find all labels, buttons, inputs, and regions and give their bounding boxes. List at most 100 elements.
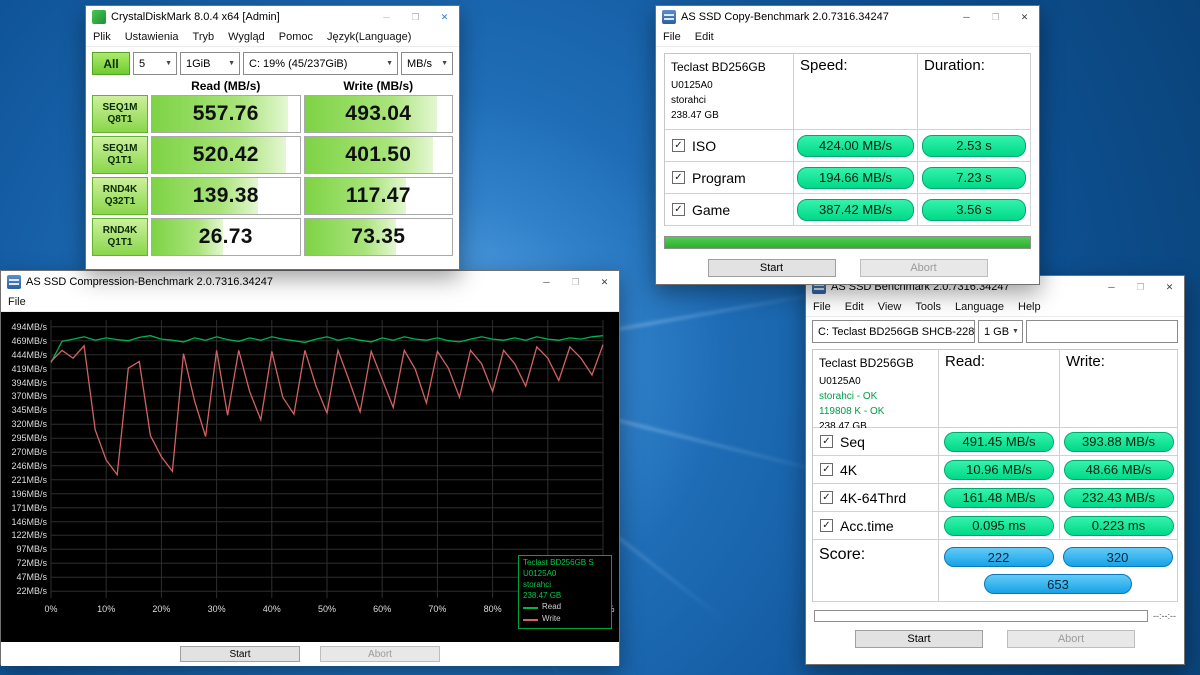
game-duration-cell: 3.56 s	[918, 194, 1031, 226]
cdm-run-count-combo[interactable]: 5▼	[133, 52, 177, 75]
drive-select-combo[interactable]: C: Teclast BD256GB SHCB-2280▼	[812, 320, 975, 343]
benchmark-start-button[interactable]: Start	[855, 630, 983, 648]
cdm-read-value: 139.38	[193, 184, 259, 208]
maximize-icon[interactable]: ❐	[1126, 276, 1155, 298]
benchmark-abort-button[interactable]: Abort	[1007, 630, 1135, 648]
y-axis-tick-label: 47MB/s	[1, 572, 47, 582]
menu-tools[interactable]: Tools	[908, 301, 948, 313]
drive-firmware: U0125A0	[819, 374, 932, 389]
y-axis-tick-label: 221MB/s	[1, 475, 47, 485]
menu-jezyk[interactable]: Język(Language)	[320, 31, 418, 43]
compression-window-title: AS SSD Compression-Benchmark 2.0.7316.34…	[26, 276, 527, 288]
copy-titlebar[interactable]: AS SSD Copy-Benchmark 2.0.7316.34247 ─ ❐…	[656, 6, 1039, 28]
copy-menubar: File Edit	[656, 28, 1039, 47]
cdm-row-seq1m-q1t1: SEQ1MQ1T1 520.42 401.50	[92, 136, 453, 174]
acctime-write-cell: 0.223 ms	[1060, 512, 1178, 540]
menu-file[interactable]: File	[656, 31, 688, 43]
y-axis-tick-label: 146MB/s	[1, 517, 47, 527]
cdm-test-button-seq1m-q8t1[interactable]: SEQ1MQ8T1	[92, 95, 148, 133]
time-remaining: --:--:--	[1153, 611, 1176, 621]
minimize-icon[interactable]: ─	[532, 271, 561, 293]
write-column-header: Write:	[1060, 350, 1178, 428]
seq-checkbox[interactable]: ✓	[820, 435, 833, 448]
cdm-test-button-seq1m-q1t1[interactable]: SEQ1MQ1T1	[92, 136, 148, 174]
cdm-read-cell: 520.42	[151, 136, 301, 174]
copy-start-button[interactable]: Start	[708, 259, 836, 277]
cdm-unit-combo[interactable]: MB/s▼	[401, 52, 453, 75]
menu-file[interactable]: File	[806, 301, 838, 313]
menu-help[interactable]: Help	[1011, 301, 1048, 313]
menu-edit[interactable]: Edit	[838, 301, 871, 313]
copy-progress-bar	[664, 236, 1031, 249]
program-checkbox[interactable]: ✓	[672, 171, 685, 184]
menu-plik[interactable]: Plik	[86, 31, 118, 43]
cdm-write-cell: 117.47	[304, 177, 454, 215]
close-icon[interactable]: ✕	[1155, 276, 1184, 298]
maximize-icon[interactable]: ❐	[401, 6, 430, 28]
menu-ustawienia[interactable]: Ustawienia	[118, 31, 186, 43]
copy-abort-button[interactable]: Abort	[860, 259, 988, 277]
4k-checkbox[interactable]: ✓	[820, 463, 833, 476]
cdm-read-cell: 26.73	[151, 218, 301, 256]
minimize-icon[interactable]: ─	[952, 6, 981, 28]
menu-view[interactable]: View	[871, 301, 909, 313]
compression-abort-button[interactable]: Abort	[320, 646, 440, 662]
cdm-all-button[interactable]: All	[92, 52, 130, 75]
cdm-drive-combo[interactable]: C: 19% (45/237GiB)▼	[243, 52, 398, 75]
benchmark-button-row: Start Abort	[806, 630, 1184, 648]
cdm-test-button-rnd4k-q1t1[interactable]: RND4KQ1T1	[92, 218, 148, 256]
drive-capacity: 238.47 GB	[671, 108, 787, 123]
cdm-write-header: Write (MB/s)	[304, 79, 454, 93]
compression-benchmark-window: AS SSD Compression-Benchmark 2.0.7316.34…	[0, 270, 620, 665]
minimize-icon[interactable]: ─	[1097, 276, 1126, 298]
y-axis-tick-label: 394MB/s	[1, 378, 47, 388]
y-axis-tick-label: 444MB/s	[1, 350, 47, 360]
cdm-read-value: 520.42	[193, 143, 259, 167]
cdm-titlebar[interactable]: CrystalDiskMark 8.0.4 x64 [Admin] ─ ❐ ✕	[86, 6, 459, 28]
x-axis-tick-label: 30%	[208, 604, 226, 614]
benchmark-text-input[interactable]	[1026, 320, 1178, 343]
game-row-label: ✓Game	[665, 194, 794, 226]
menu-wyglad[interactable]: Wygląd	[221, 31, 272, 43]
cdm-controls: All 5▼ 1GiB▼ C: 19% (45/237GiB)▼ MB/s▼	[92, 52, 453, 75]
menu-file[interactable]: File	[1, 296, 33, 308]
drive-firmware: U0125A0	[671, 78, 787, 93]
iso-checkbox[interactable]: ✓	[672, 139, 685, 152]
score-label: Score:	[813, 540, 939, 602]
read-column-header: Read:	[939, 350, 1060, 428]
minimize-icon[interactable]: ─	[372, 6, 401, 28]
menu-pomoc[interactable]: Pomoc	[272, 31, 320, 43]
legend-write-entry: Write	[523, 614, 607, 625]
maximize-icon[interactable]: ❐	[981, 6, 1010, 28]
compression-start-button[interactable]: Start	[180, 646, 300, 662]
maximize-icon[interactable]: ❐	[561, 271, 590, 293]
speed-column-header: Speed:	[794, 54, 918, 130]
cdm-test-size-combo[interactable]: 1GiB▼	[180, 52, 240, 75]
y-axis-tick-label: 370MB/s	[1, 391, 47, 401]
close-icon[interactable]: ✕	[430, 6, 459, 28]
y-axis-tick-label: 295MB/s	[1, 433, 47, 443]
as-ssd-app-icon	[7, 275, 21, 289]
menu-edit[interactable]: Edit	[688, 31, 721, 43]
y-axis-tick-label: 122MB/s	[1, 530, 47, 540]
close-icon[interactable]: ✕	[1010, 6, 1039, 28]
cdm-write-cell: 493.04	[304, 95, 454, 133]
cdm-column-headers: Read (MB/s) Write (MB/s)	[92, 79, 453, 93]
x-axis-tick-label: 40%	[263, 604, 281, 614]
compression-titlebar[interactable]: AS SSD Compression-Benchmark 2.0.7316.34…	[1, 271, 619, 293]
test-size-combo[interactable]: 1 GB▼	[978, 320, 1023, 343]
compression-button-row: Start Abort	[1, 642, 619, 666]
acctime-checkbox[interactable]: ✓	[820, 519, 833, 532]
close-icon[interactable]: ✕	[590, 271, 619, 293]
cdm-test-button-rnd4k-q32t1[interactable]: RND4KQ32T1	[92, 177, 148, 215]
menu-language[interactable]: Language	[948, 301, 1011, 313]
x-axis-tick-label: 70%	[428, 604, 446, 614]
4k64-checkbox[interactable]: ✓	[820, 491, 833, 504]
x-axis-tick-label: 60%	[373, 604, 391, 614]
legend-driver: storahci	[523, 580, 607, 591]
menu-tryb[interactable]: Tryb	[186, 31, 222, 43]
game-checkbox[interactable]: ✓	[672, 203, 685, 216]
as-ssd-app-icon	[662, 10, 676, 24]
y-axis-tick-label: 97MB/s	[1, 544, 47, 554]
acctime-read-cell: 0.095 ms	[939, 512, 1060, 540]
